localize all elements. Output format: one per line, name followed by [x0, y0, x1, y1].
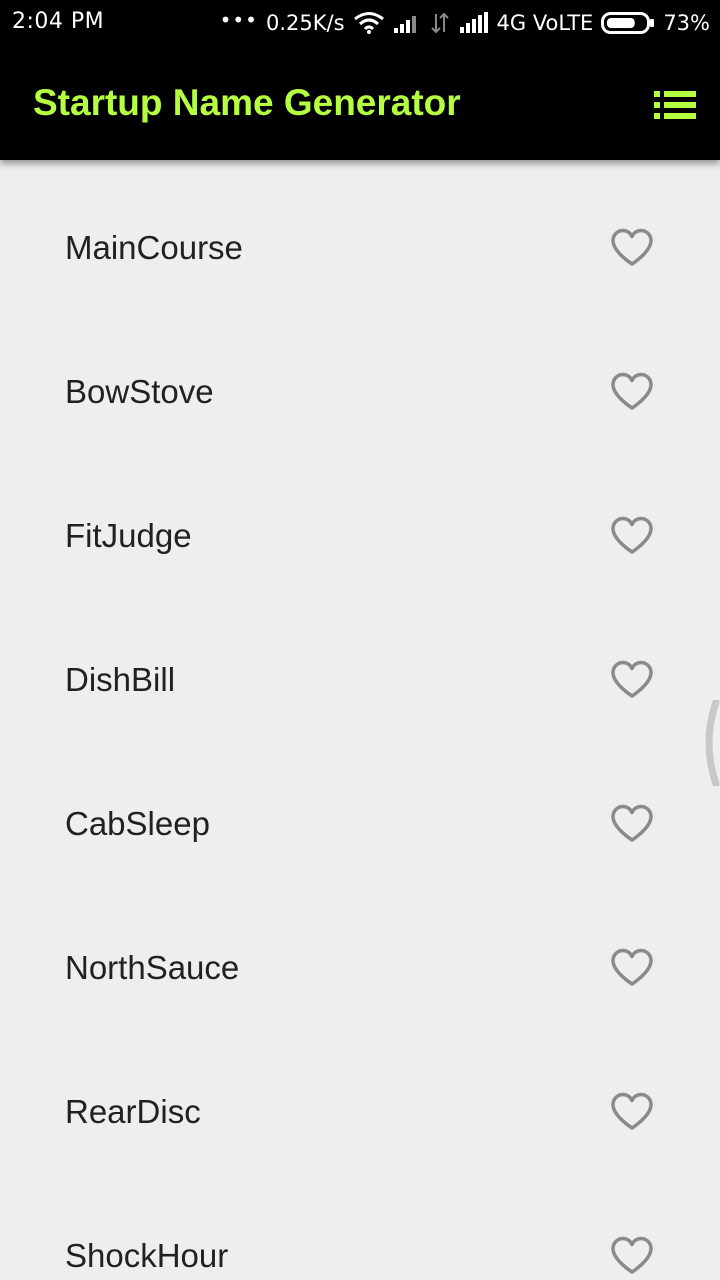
status-bar: 2:04 PM ••• 0.25K/s 4G VoLTE 73% [0, 0, 720, 48]
list-item-label: ShockHour [65, 1237, 229, 1274]
list-icon [654, 91, 696, 119]
list-item-label: RearDisc [65, 1093, 201, 1130]
list-item-label: CabSleep [65, 805, 210, 842]
heart-outline-icon[interactable] [610, 948, 654, 988]
app-screen: 2:04 PM ••• 0.25K/s 4G VoLTE 73% Startup… [0, 0, 720, 1280]
app-bar: Startup Name Generator [0, 48, 720, 160]
list-item[interactable]: DishBill [0, 608, 720, 752]
heart-outline-icon[interactable] [610, 804, 654, 844]
signal-icon [459, 12, 489, 34]
battery-percent: 73% [663, 11, 710, 35]
data-transfer-icon [429, 12, 451, 34]
heart-outline-icon[interactable] [610, 1236, 654, 1276]
wifi-icon [353, 11, 385, 35]
list-item[interactable]: BowStove [0, 320, 720, 464]
heart-outline-icon[interactable] [610, 372, 654, 412]
startup-name-list[interactable]: MainCourse BowStove FitJudge DishBill Ca… [0, 160, 720, 1280]
heart-outline-icon[interactable] [610, 1092, 654, 1132]
scroll-indicator[interactable] [696, 698, 720, 788]
list-item-label: NorthSauce [65, 949, 240, 986]
list-item[interactable]: FitJudge [0, 464, 720, 608]
notification-dots: ••• [219, 8, 258, 32]
list-item-label: DishBill [65, 661, 176, 698]
page-title: Startup Name Generator [33, 82, 461, 123]
status-icons: ••• 0.25K/s 4G VoLTE 73% [219, 8, 710, 37]
list-item[interactable]: RearDisc [0, 1040, 720, 1184]
network-speed: 0.25K/s [265, 11, 345, 35]
signal-icon [393, 12, 421, 34]
heart-outline-icon[interactable] [610, 228, 654, 268]
list-item-label: MainCourse [65, 229, 243, 266]
list-item[interactable]: MainCourse [0, 176, 720, 320]
carrier-label: 4G VoLTE [496, 11, 594, 35]
list-item[interactable]: ShockHour [0, 1184, 720, 1280]
heart-outline-icon[interactable] [610, 516, 654, 556]
battery-icon [601, 11, 655, 35]
list-item[interactable]: CabSleep [0, 752, 720, 896]
status-time: 2:04 PM [12, 9, 105, 34]
saved-list-button[interactable] [652, 83, 700, 127]
list-item[interactable]: NorthSauce [0, 896, 720, 1040]
list-item-label: FitJudge [65, 517, 192, 554]
heart-outline-icon[interactable] [610, 660, 654, 700]
list-item-label: BowStove [65, 373, 214, 410]
